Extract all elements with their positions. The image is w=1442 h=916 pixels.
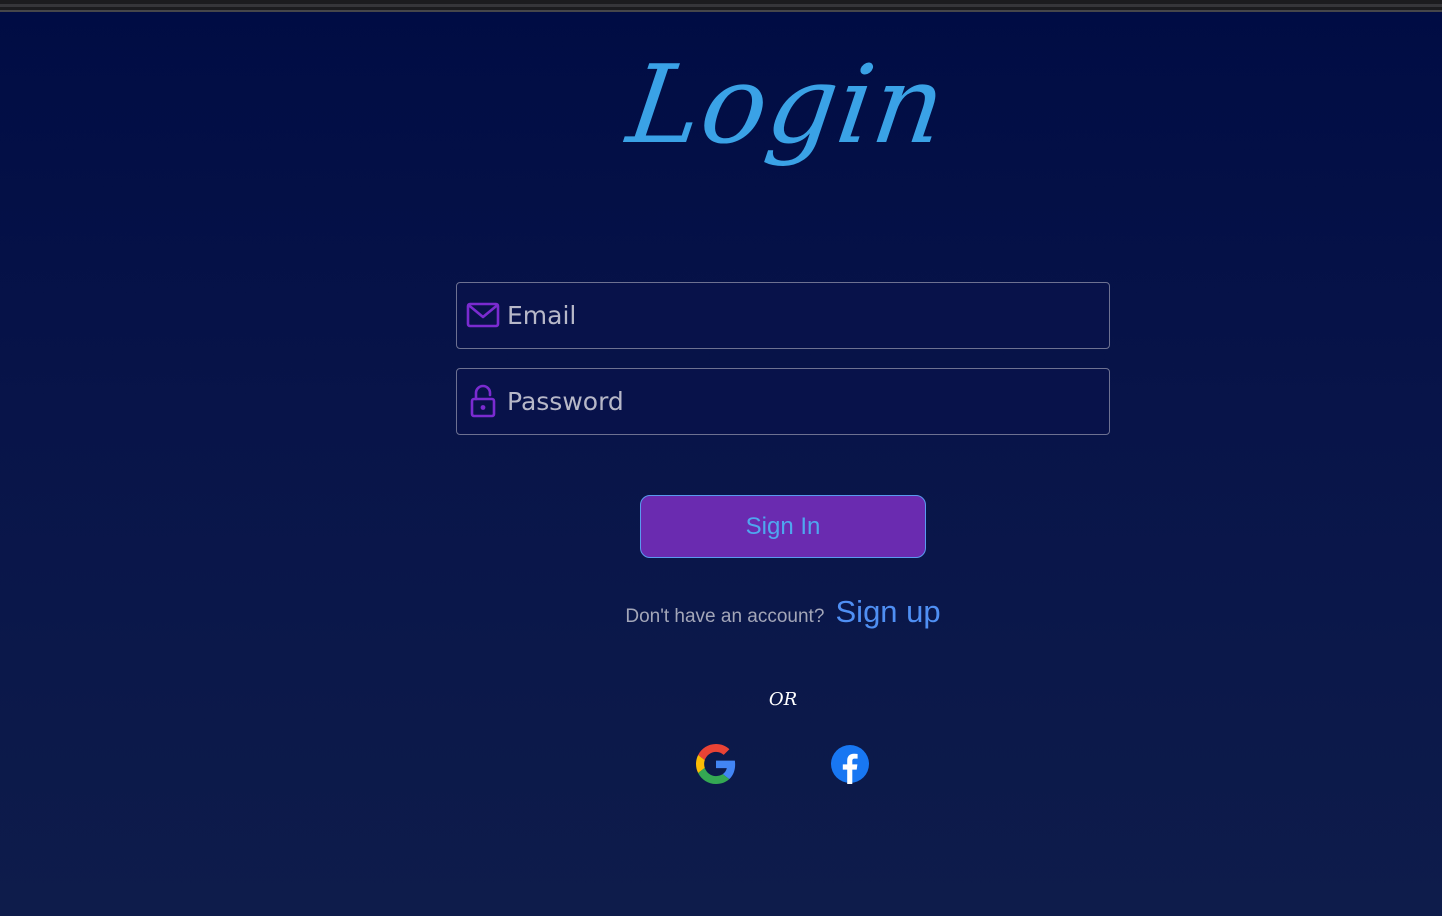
signup-prompt: Don't have an account? — [625, 606, 825, 627]
signup-row: Don't have an account? Sign up — [0, 594, 1442, 630]
password-field[interactable] — [456, 368, 1110, 435]
password-input[interactable] — [505, 369, 1101, 433]
envelope-icon — [466, 302, 500, 328]
page-title: Login — [620, 43, 954, 168]
lock-icon — [470, 384, 496, 418]
email-input[interactable] — [505, 283, 1101, 347]
window-top-bar — [0, 0, 1442, 12]
google-icon — [696, 744, 736, 784]
google-login-button[interactable] — [696, 744, 736, 784]
email-field[interactable] — [456, 282, 1110, 349]
sign-in-button[interactable]: Sign In — [640, 495, 926, 558]
or-divider: OR — [768, 689, 798, 710]
signup-link[interactable]: Sign up — [836, 594, 941, 629]
facebook-icon — [831, 745, 869, 784]
facebook-login-button[interactable] — [830, 744, 870, 784]
